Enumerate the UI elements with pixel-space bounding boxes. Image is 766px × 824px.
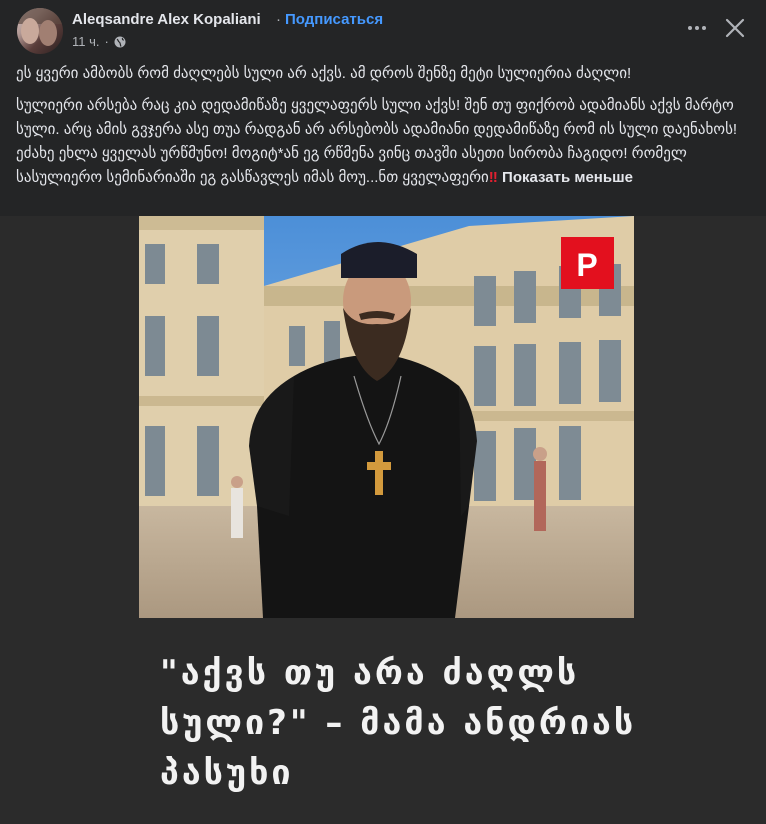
caption-line-2: სული?" – მამა ანდრიას [160, 703, 637, 743]
close-icon[interactable] [722, 14, 748, 42]
post-time[interactable]: 11 ч. [72, 34, 100, 49]
more-options-icon [688, 26, 692, 30]
show-less-link[interactable]: Показать меньше [502, 169, 633, 186]
author-avatar[interactable] [17, 8, 63, 54]
post-meta: 11 ч. · [72, 34, 126, 49]
image-caption: "აქვს თუ არა ძაღლს სული?" – მამა ანდრიას… [160, 648, 760, 798]
subscribe-button[interactable]: Подписаться [285, 11, 383, 28]
post-paragraph: ეს ყვერი ამბობს რომ ძაღლებს სული არ აქვს… [16, 65, 632, 82]
caption-line-1: "აქვს თუ არა ძაღლს [160, 653, 580, 693]
post-paragraph-2: სულიერი არსება რაც კია დედამიწაზე ყველაფ… [16, 94, 756, 190]
post-header: Aleqsandre Alex Kopaliani · Подписаться … [0, 0, 766, 62]
priest-photo: P [139, 216, 634, 618]
meta-dot: · [104, 34, 109, 49]
tv-logo-letter: P [576, 247, 597, 283]
globe-icon [114, 36, 126, 47]
post-body: ეს ყვერი ამბობს რომ ძაღლებს სული არ აქვს… [16, 62, 756, 198]
author-name[interactable]: Aleqsandre Alex Kopaliani [72, 11, 261, 28]
double-exclamation-icon: ‼ [488, 169, 498, 186]
post-image[interactable]: P "აქვს თუ არა ძაღლს სული?" – მამა ანდრი… [0, 216, 766, 824]
more-options-button[interactable] [684, 18, 710, 38]
separator-dot: · [276, 11, 281, 28]
caption-line-3: პასუხი [160, 753, 294, 793]
